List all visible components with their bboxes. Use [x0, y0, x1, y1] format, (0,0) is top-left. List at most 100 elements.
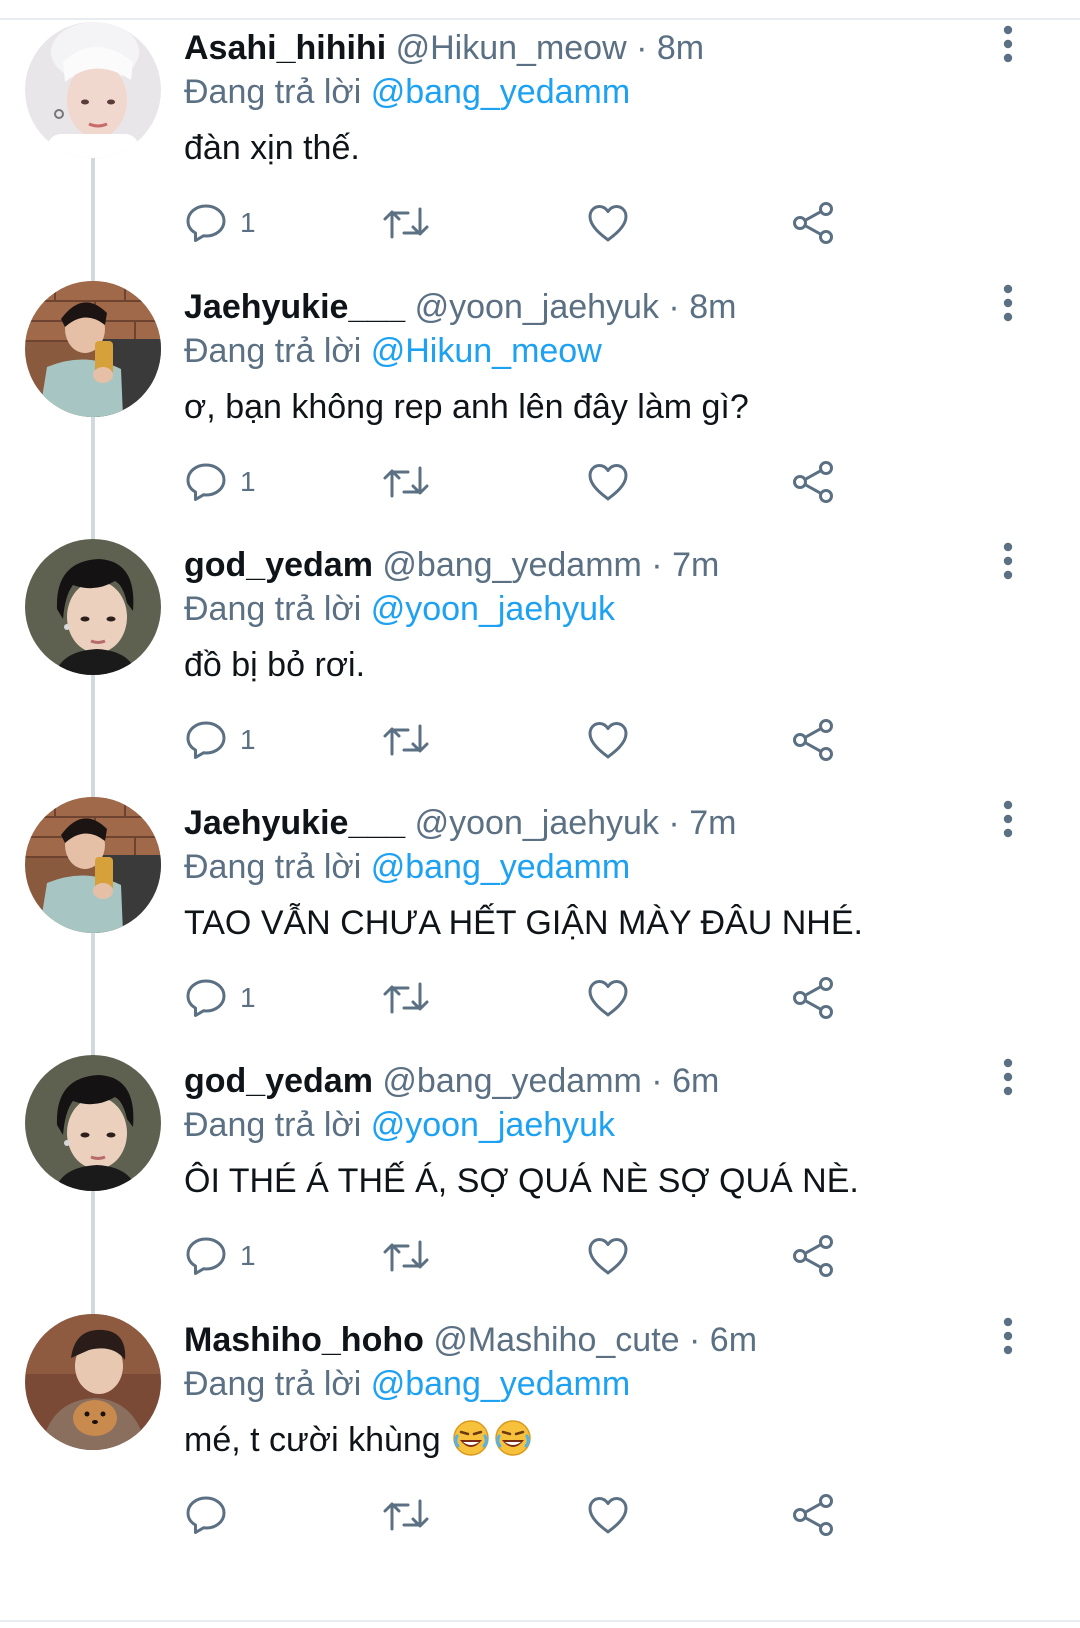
more-vertical-icon: [1003, 1317, 1013, 1355]
more-options-button[interactable]: [996, 1316, 1020, 1356]
tweet-text: ÔI THÉ Á THẾ Á, SỢ QUÁ NÈ SỢ QUÁ NÈ.: [184, 1159, 859, 1203]
reply-count: 1: [240, 1240, 256, 1271]
tweet[interactable]: god_yedam @bang_yedamm · 7m Đang trả lời…: [0, 517, 1080, 799]
avatar[interactable]: [25, 281, 161, 417]
tweet-actions: 1: [184, 715, 884, 765]
display-name[interactable]: god_yedam: [184, 1062, 373, 1100]
timestamp[interactable]: 8m: [689, 288, 736, 326]
tweet-header: Mashiho_hoho @Mashiho_cute · 6m: [184, 1318, 757, 1362]
share-button[interactable]: [791, 1490, 835, 1540]
more-vertical-icon: [1003, 800, 1013, 838]
heart-icon: [588, 722, 628, 759]
separator-dot: ·: [689, 1321, 701, 1359]
tweet[interactable]: god_yedam @bang_yedamm · 6m Đang trả lời…: [0, 1033, 1080, 1316]
mention-link[interactable]: @yoon_jaehyuk: [371, 1106, 615, 1144]
tweet-header: god_yedam @bang_yedamm · 7m: [184, 543, 719, 587]
more-vertical-icon: [1003, 284, 1013, 322]
share-icon: [793, 202, 833, 244]
display-name[interactable]: god_yedam: [184, 546, 373, 584]
display-name[interactable]: Jaehyukie___: [184, 804, 405, 842]
retweet-button[interactable]: [382, 973, 430, 1023]
separator-dot: ·: [668, 288, 680, 326]
separator-dot: ·: [636, 29, 648, 67]
avatar[interactable]: [25, 797, 161, 933]
avatar[interactable]: [25, 1314, 161, 1450]
like-button[interactable]: [586, 973, 630, 1023]
tweet-text: TAO VẪN CHƯA HẾT GIẬN MÀY ĐÂU NHÉ.: [184, 901, 863, 945]
user-handle[interactable]: @yoon_jaehyuk: [415, 804, 659, 842]
reply-button[interactable]: 1: [184, 198, 256, 248]
display-name[interactable]: Asahi_hihihi: [184, 29, 386, 67]
reply-icon: [186, 204, 226, 242]
reply-button[interactable]: 1: [184, 973, 256, 1023]
tweet[interactable]: Mashiho_hoho @Mashiho_cute · 6m Đang trả…: [0, 1292, 1080, 1560]
tweet-text: đồ bị bỏ rơi.: [184, 643, 365, 687]
reply-button[interactable]: 1: [184, 715, 256, 765]
avatar[interactable]: [25, 22, 161, 158]
mention-link[interactable]: @yoon_jaehyuk: [371, 590, 615, 628]
tweet-header: Asahi_hihihi @Hikun_meow · 8m: [184, 26, 704, 70]
tweet[interactable]: Jaehyukie___ @yoon_jaehyuk · 8m Đang trả…: [0, 259, 1080, 541]
user-handle[interactable]: @bang_yedamm: [382, 1062, 641, 1100]
retweet-button[interactable]: [382, 457, 430, 507]
reply-button[interactable]: [184, 1490, 240, 1540]
reply-icon: [186, 1237, 226, 1275]
user-handle[interactable]: @Mashiho_cute: [433, 1321, 679, 1359]
more-options-button[interactable]: [996, 1057, 1020, 1097]
laughing-emoji-icon: [493, 1418, 533, 1469]
more-options-button[interactable]: [996, 283, 1020, 323]
display-name[interactable]: Mashiho_hoho: [184, 1321, 424, 1359]
share-button[interactable]: [791, 457, 835, 507]
user-handle[interactable]: @Hikun_meow: [396, 29, 627, 67]
replying-to: Đang trả lời @yoon_jaehyuk: [184, 587, 615, 631]
tweet-actions: 1: [184, 198, 884, 248]
timestamp[interactable]: 8m: [657, 29, 704, 67]
mention-link[interactable]: @bang_yedamm: [371, 73, 630, 111]
like-button[interactable]: [586, 198, 630, 248]
timestamp[interactable]: 6m: [710, 1321, 757, 1359]
replying-to: Đang trả lời @bang_yedamm: [184, 70, 630, 114]
retweet-button[interactable]: [382, 1490, 430, 1540]
share-button[interactable]: [791, 973, 835, 1023]
tweet-header: Jaehyukie___ @yoon_jaehyuk · 7m: [184, 801, 736, 845]
user-handle[interactable]: @bang_yedamm: [382, 546, 641, 584]
tweet-text-content: đồ bị bỏ rơi.: [184, 646, 366, 684]
retweet-button[interactable]: [382, 198, 430, 248]
reply-count: 1: [240, 724, 256, 755]
share-button[interactable]: [791, 1231, 835, 1281]
timestamp[interactable]: 7m: [689, 804, 736, 842]
replying-to-label: Đang trả lời: [184, 73, 362, 111]
tweet-text-content: mé, t cười khùng: [184, 1421, 441, 1459]
mention-link[interactable]: @bang_yedamm: [371, 848, 630, 886]
tweet[interactable]: Jaehyukie___ @yoon_jaehyuk · 7m Đang trả…: [0, 775, 1080, 1057]
more-options-button[interactable]: [996, 799, 1020, 839]
reply-count: 1: [240, 207, 256, 238]
tweet[interactable]: Asahi_hihihi @Hikun_meow · 8m Đang trả l…: [0, 0, 1080, 283]
tweet-actions: 1: [184, 1231, 884, 1281]
reply-icon: [186, 979, 226, 1017]
timestamp[interactable]: 7m: [672, 546, 719, 584]
display-name[interactable]: Jaehyukie___: [184, 288, 405, 326]
like-button[interactable]: [586, 1490, 630, 1540]
like-button[interactable]: [586, 715, 630, 765]
reply-button[interactable]: 1: [184, 1231, 256, 1281]
replying-to: Đang trả lời @bang_yedamm: [184, 1362, 630, 1406]
more-options-button[interactable]: [996, 24, 1020, 64]
reply-icon: [186, 721, 226, 759]
retweet-icon: [383, 982, 429, 1014]
like-button[interactable]: [586, 457, 630, 507]
avatar[interactable]: [25, 539, 161, 675]
mention-link[interactable]: @bang_yedamm: [371, 1365, 630, 1403]
share-button[interactable]: [791, 198, 835, 248]
retweet-icon: [383, 724, 429, 756]
more-options-button[interactable]: [996, 541, 1020, 581]
retweet-button[interactable]: [382, 715, 430, 765]
timestamp[interactable]: 6m: [672, 1062, 719, 1100]
user-handle[interactable]: @yoon_jaehyuk: [415, 288, 659, 326]
like-button[interactable]: [586, 1231, 630, 1281]
retweet-button[interactable]: [382, 1231, 430, 1281]
reply-button[interactable]: 1: [184, 457, 256, 507]
mention-link[interactable]: @Hikun_meow: [371, 332, 602, 370]
avatar[interactable]: [25, 1055, 161, 1191]
share-button[interactable]: [791, 715, 835, 765]
